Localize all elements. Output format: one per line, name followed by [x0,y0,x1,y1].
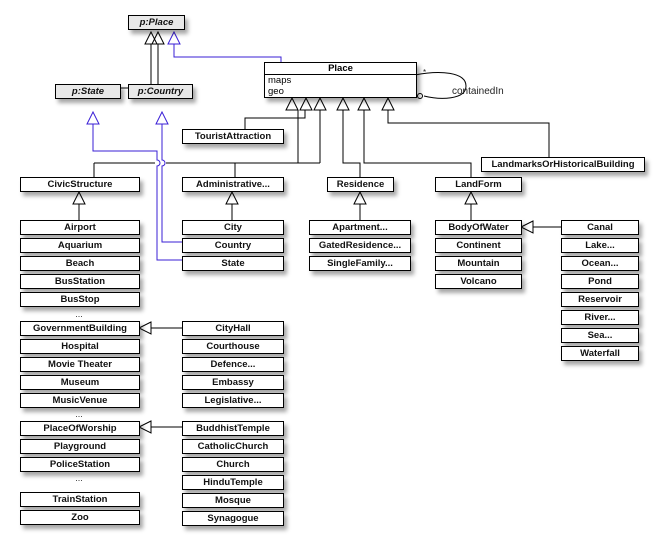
ellipsis: ... [75,473,83,483]
class-box[interactable]: HinduTemple [182,475,284,490]
class-box[interactable]: CityHall [182,321,284,336]
class-place-name: Place [265,63,416,75]
class-box[interactable]: PoliceStation [20,457,140,472]
class-box[interactable]: Defence... [182,357,284,372]
class-tourist-attraction[interactable]: TouristAttraction [182,129,284,144]
ellipsis: ... [75,309,83,319]
class-place[interactable]: Place maps geo [264,62,417,98]
class-box[interactable]: BusStop [20,292,140,307]
class-box[interactable]: Embassy [182,375,284,390]
attribute-geo: geo [268,86,284,97]
class-box[interactable]: Volcano [435,274,522,289]
class-box[interactable]: GatedResidence... [309,238,411,253]
external-class-p-state[interactable]: p:State [55,84,121,99]
external-class-p-place[interactable]: p:Place [128,15,185,30]
attribute-maps: maps [268,75,292,86]
class-landmarks[interactable]: LandmarksOrHistoricalBuilding [481,157,645,172]
class-box[interactable]: Pond [561,274,639,289]
association-label-containedin: containedIn [452,86,504,97]
class-box[interactable]: Waterfall [561,346,639,361]
class-box[interactable]: Continent [435,238,522,253]
class-box[interactable]: Apartment... [309,220,411,235]
class-box[interactable]: City [182,220,284,235]
class-box[interactable]: State [182,256,284,271]
class-box[interactable]: River... [561,310,639,325]
class-box[interactable]: GovernmentBuilding [20,321,140,336]
class-box[interactable]: BodyOfWater [435,220,522,235]
external-class-p-country[interactable]: p:Country [128,84,193,99]
class-residence[interactable]: Residence [327,177,394,192]
class-box[interactable]: Lake... [561,238,639,253]
class-box[interactable]: Aquarium [20,238,140,253]
class-administrative[interactable]: Administrative... [182,177,284,192]
class-box[interactable]: Legislative... [182,393,284,408]
class-landform[interactable]: LandForm [435,177,522,192]
class-box[interactable]: Movie Theater [20,357,140,372]
class-box[interactable]: Courthouse [182,339,284,354]
class-box[interactable]: CatholicChurch [182,439,284,454]
class-box[interactable]: Zoo [20,510,140,525]
class-box[interactable]: Ocean... [561,256,639,271]
class-box[interactable]: Church [182,457,284,472]
uml-class-diagram: p:Place p:State p:Country Place maps geo… [0,0,661,547]
ellipsis: ... [75,409,83,419]
class-box[interactable]: PlaceOfWorship [20,421,140,436]
class-box[interactable]: SingleFamily... [309,256,411,271]
class-box[interactable]: TrainStation [20,492,140,507]
class-box[interactable]: Museum [20,375,140,390]
class-box[interactable]: Sea... [561,328,639,343]
class-box[interactable]: Mountain [435,256,522,271]
class-box[interactable]: BusStation [20,274,140,289]
class-box[interactable]: Hospital [20,339,140,354]
class-box[interactable]: Airport [20,220,140,235]
class-box[interactable]: Playground [20,439,140,454]
class-box[interactable]: Mosque [182,493,284,508]
class-civic-structure[interactable]: CivicStructure [20,177,140,192]
class-box[interactable]: Country [182,238,284,253]
class-box[interactable]: Beach [20,256,140,271]
class-box[interactable]: BuddhistTemple [182,421,284,436]
class-box[interactable]: Reservoir [561,292,639,307]
class-box[interactable]: Synagogue [182,511,284,526]
class-box[interactable]: MusicVenue [20,393,140,408]
multiplicity-label: * [423,68,427,77]
class-box[interactable]: Canal [561,220,639,235]
